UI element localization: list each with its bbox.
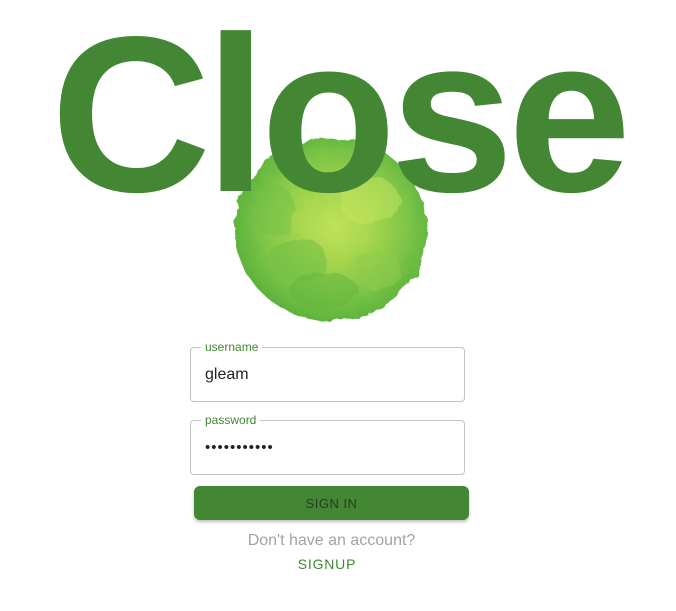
signup-prompt: Don't have an account? [247,532,416,549]
username-field[interactable]: username [190,340,465,402]
signup-link[interactable]: SIGNUP [0,556,654,572]
password-input[interactable] [205,421,454,474]
app-title: Close [50,0,632,239]
sign-in-button[interactable]: SIGN IN [194,486,469,520]
username-input[interactable] [205,348,454,401]
password-field[interactable]: password [190,413,465,475]
